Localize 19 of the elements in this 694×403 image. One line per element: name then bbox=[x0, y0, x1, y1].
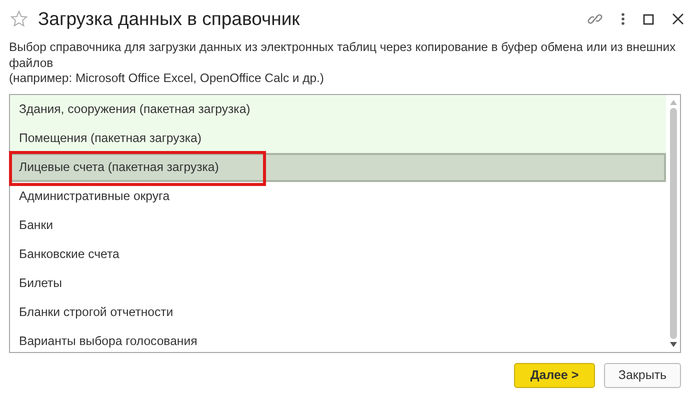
maximize-icon[interactable] bbox=[643, 14, 654, 24]
list-item[interactable]: Бланки строгой отчетности bbox=[10, 298, 666, 326]
more-menu-icon[interactable] bbox=[621, 12, 625, 26]
favorite-star-icon[interactable] bbox=[10, 10, 28, 28]
next-button[interactable]: Далее > bbox=[514, 362, 595, 388]
description-text: (например: Microsoft Office Excel, OpenOffice Calc и др.) bbox=[9, 71, 325, 86]
description-text: Выбор справочника для загрузки данных из электронных таблиц через копирование в буфер обмена или из внешних файлов bbox=[9, 40, 677, 71]
close-icon[interactable] bbox=[672, 13, 684, 25]
close-button[interactable]: Закрыть bbox=[604, 362, 681, 388]
window-title: Загрузка данных в справочник bbox=[38, 7, 300, 32]
list-item[interactable]: Здания, сооружения (пакетная загрузка) bbox=[10, 94, 666, 124]
scrollbar-thumb[interactable] bbox=[670, 108, 676, 338]
list-item[interactable]: Административные округа bbox=[10, 182, 666, 210]
scroll-down-icon[interactable] bbox=[670, 342, 676, 346]
list-item[interactable]: Билеты bbox=[10, 268, 666, 298]
list-item[interactable]: Банковские счета bbox=[10, 240, 666, 268]
list-item[interactable]: Помещения (пакетная загрузка) bbox=[10, 124, 666, 152]
list-item[interactable]: Варианты выбора голосования bbox=[10, 326, 666, 356]
list-item[interactable]: Банки bbox=[10, 210, 666, 240]
